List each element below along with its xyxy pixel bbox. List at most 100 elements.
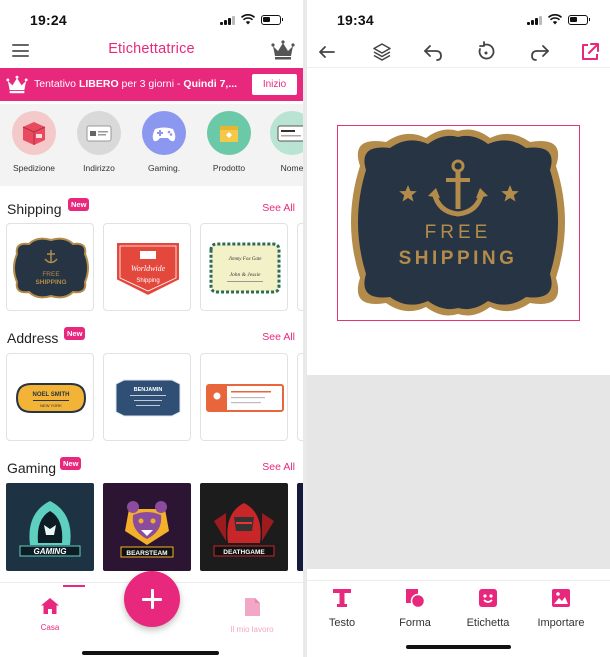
design-canvas[interactable]: FREE SHIPPING: [307, 69, 610, 375]
selection-box[interactable]: FREE SHIPPING: [337, 125, 580, 321]
share-icon[interactable]: [579, 41, 601, 63]
card-text: Shipping: [136, 278, 159, 284]
tab-forma[interactable]: Forma: [380, 587, 450, 629]
nav-indicator: [63, 585, 85, 587]
category-label: Prodotto: [212, 163, 246, 173]
category-label: Spedizione: [12, 163, 56, 173]
hooded-mascot-logo: GAMING: [19, 501, 81, 557]
status-icons: [527, 14, 590, 25]
card-text: FREE: [42, 271, 60, 278]
card-text: Worldwide: [131, 264, 166, 273]
label-text-line2[interactable]: SHIPPING: [399, 248, 518, 269]
nav-my-works-label: Il mio lavoro: [230, 625, 274, 634]
see-all-gaming-link[interactable]: See All: [262, 461, 295, 473]
category-item-nome[interactable]: Nome: [266, 111, 303, 173]
template-card-gaming[interactable]: GAMING: [6, 483, 94, 571]
status-icons: [220, 14, 283, 25]
nav-home[interactable]: Casa: [15, 597, 85, 632]
category-icon: [270, 111, 303, 155]
address-card-icon: [86, 125, 112, 142]
plus-icon: [150, 589, 154, 609]
wifi-icon: [548, 14, 562, 25]
text-icon: [333, 589, 351, 607]
shape-icon: [406, 589, 426, 609]
template-card-orange-ticket[interactable]: [200, 353, 288, 441]
card-text: Jimmy Fox Gate: [228, 257, 262, 262]
status-bar: 19:24: [0, 0, 303, 38]
tab-importare[interactable]: Importare: [526, 587, 596, 629]
see-all-shipping-link[interactable]: See All: [262, 202, 295, 214]
template-card-worldwide-shipping[interactable]: Worldwide Shipping: [103, 223, 191, 311]
template-card-gate[interactable]: Jimmy Fox Gate John & Jessie: [200, 223, 288, 311]
tab-label: Forma: [399, 617, 431, 629]
image-import-icon: [552, 589, 570, 607]
knight-mascot-logo: DEATHGAME: [213, 503, 275, 557]
trial-text-price: Quindi 7,...: [183, 78, 238, 90]
category-item-spedizione[interactable]: Spedizione: [8, 111, 60, 173]
trial-banner: Tentativo LIBERO per 3 giorni - Quindi 7…: [0, 68, 303, 101]
battery-icon: [261, 14, 283, 25]
signal-icon: [220, 15, 235, 25]
home-icon: [41, 598, 59, 614]
template-card-deathgame[interactable]: DEATHGAME: [200, 483, 288, 571]
nav-my-works[interactable]: Il mio lavoro: [217, 597, 287, 634]
category-icon: [207, 111, 251, 155]
status-bar: 19:34: [307, 0, 610, 38]
crown-icon: [6, 75, 28, 94]
undo-icon[interactable]: [422, 41, 444, 63]
trial-text-middle: per 3 giorni -: [118, 78, 184, 90]
see-all-address-link[interactable]: See All: [262, 331, 295, 343]
category-icon: [77, 111, 121, 155]
template-card-more[interactable]: [297, 353, 303, 441]
template-card-bearsteam[interactable]: BEARSTEAM: [103, 483, 191, 571]
free-shipping-label[interactable]: FREE SHIPPING: [338, 126, 578, 319]
tab-etichetta[interactable]: Etichetta: [453, 587, 523, 629]
section-title-address: Address: [7, 330, 59, 346]
template-card-more[interactable]: [297, 483, 303, 571]
battery-icon: [568, 14, 590, 25]
back-arrow-icon[interactable]: [316, 41, 338, 63]
redo-icon[interactable]: [529, 41, 551, 63]
card-text: BENJAMIN: [134, 387, 163, 393]
label-text-line1[interactable]: FREE: [425, 222, 492, 243]
home-indicator: [82, 651, 219, 655]
create-new-button[interactable]: [124, 571, 180, 627]
app-header: Etichettatrice: [0, 36, 303, 66]
category-label: Nome: [280, 163, 303, 173]
category-item-indirizzo[interactable]: Indirizzo: [73, 111, 125, 173]
template-card-benjamin[interactable]: BENJAMIN: [103, 353, 191, 441]
layers-icon[interactable]: [371, 41, 393, 63]
tab-label: Etichetta: [466, 617, 510, 629]
editor-toolbar: [307, 36, 610, 68]
template-card-free-shipping[interactable]: FREE SHIPPING: [6, 223, 94, 311]
template-card-more[interactable]: [297, 223, 303, 311]
category-item-prodotto[interactable]: Prodotto: [203, 111, 255, 173]
rotate-icon[interactable]: [475, 41, 497, 63]
tab-testo[interactable]: Testo: [307, 587, 377, 629]
template-card-noel-smith[interactable]: NOEL SMITH NEW YORK: [6, 353, 94, 441]
name-tag-icon: [277, 125, 303, 142]
start-trial-button[interactable]: Inizio: [252, 74, 297, 95]
product-box-icon: [220, 126, 238, 142]
category-item-gaming[interactable]: Gaming.: [138, 111, 190, 173]
category-label: Indirizzo: [83, 163, 115, 173]
card-text: NOEL SMITH: [33, 392, 70, 398]
category-icon: [142, 111, 186, 155]
nav-home-label: Casa: [40, 623, 60, 632]
blue-address-label-thumb: BENJAMIN: [115, 379, 181, 417]
crown-icon[interactable]: [271, 40, 295, 60]
box-icon: [22, 122, 46, 145]
sticker-icon: [479, 589, 497, 607]
wifi-icon: [241, 14, 255, 25]
editor-screen: 19:34 FREE SHIPPING Testo Forma Etichett…: [307, 0, 610, 657]
bear-mascot-logo: BEARSTEAM: [120, 501, 174, 558]
category-strip: Spedizione Indirizzo Gaming. Prodotto No…: [0, 104, 303, 186]
card-text: John & Jessie: [230, 272, 261, 278]
oval-address-label-thumb: NOEL SMITH NEW YORK: [15, 383, 87, 413]
card-text: BEARSTEAM: [126, 550, 167, 557]
card-text: DEATHGAME: [223, 549, 265, 556]
editor-tabbar: Testo Forma Etichetta Importare: [307, 580, 610, 657]
tab-label: Importare: [537, 617, 585, 629]
status-time: 19:34: [337, 12, 374, 28]
gamepad-icon: [152, 127, 176, 142]
